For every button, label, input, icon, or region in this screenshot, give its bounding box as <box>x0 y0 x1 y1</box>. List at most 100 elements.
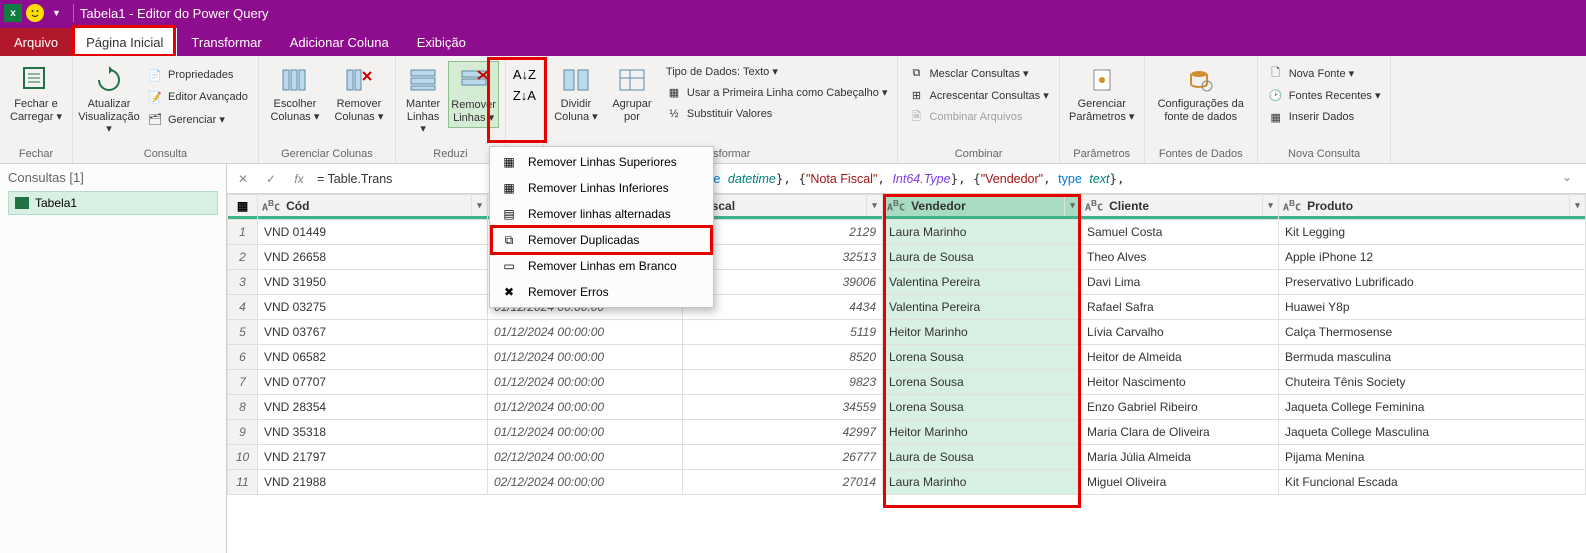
tab-transform[interactable]: Transformar <box>177 28 275 56</box>
cell-cliente[interactable]: Miguel Oliveira <box>1081 470 1279 495</box>
cell-cliente[interactable]: Maria Júlia Almeida <box>1081 445 1279 470</box>
cell-produto[interactable]: Bermuda masculina <box>1279 345 1586 370</box>
cell-fiscal[interactable]: 26777 <box>683 445 883 470</box>
cancel-formula-button[interactable]: ✕ <box>233 169 253 189</box>
cell-data[interactable]: 01/12/2024 00:00:00 <box>488 395 683 420</box>
cell-cod[interactable]: VND 28354 <box>258 395 488 420</box>
remove-alternate-rows-item[interactable]: ▤Remover linhas alternadas <box>492 201 711 227</box>
cell-cod[interactable]: VND 21988 <box>258 470 488 495</box>
query-item[interactable]: Tabela1 <box>8 191 218 215</box>
cell-data[interactable]: 01/12/2024 00:00:00 <box>488 420 683 445</box>
cell-produto[interactable]: Jaqueta College Feminina <box>1279 395 1586 420</box>
advanced-editor-button[interactable]: 📝Editor Avançado <box>143 87 252 107</box>
column-dd-icon[interactable]: ▾ <box>1064 195 1080 216</box>
remove-blank-rows-item[interactable]: ▭Remover Linhas em Branco <box>492 253 711 279</box>
manage-button[interactable]: 🗂Gerenciar ▾ <box>143 109 252 129</box>
table-row[interactable]: 4VND 0327501/12/2024 00:00:004434Valenti… <box>228 295 1586 320</box>
cell-vendedor[interactable]: Laura Marinho <box>883 470 1081 495</box>
cell-cod[interactable]: VND 01449 <box>258 220 488 245</box>
expand-formula-button[interactable]: ⌄ <box>1562 170 1580 188</box>
cell-cod[interactable]: VND 21797 <box>258 445 488 470</box>
cell-produto[interactable]: Chuteira Tênis Society <box>1279 370 1586 395</box>
cell-cliente[interactable]: Lívia Carvalho <box>1081 320 1279 345</box>
cell-cod[interactable]: VND 03275 <box>258 295 488 320</box>
table-row[interactable]: 8VND 2835401/12/2024 00:00:0034559Lorena… <box>228 395 1586 420</box>
smiley-icon[interactable] <box>26 4 44 22</box>
refresh-preview-button[interactable]: Atualizar Visualização ▾ <box>79 61 139 139</box>
column-header-vendedor[interactable]: ABCVendedor▾ <box>883 195 1081 220</box>
close-and-load-button[interactable]: Fechar e Carregar ▾ <box>6 61 66 126</box>
first-row-header-button[interactable]: ▦Usar a Primeira Linha como Cabeçalho ▾ <box>662 82 892 102</box>
qat-dropdown-icon[interactable]: ▼ <box>52 8 61 18</box>
table-row[interactable]: 10VND 2179702/12/2024 00:00:0026777Laura… <box>228 445 1586 470</box>
cell-cliente[interactable]: Theo Alves <box>1081 245 1279 270</box>
keep-rows-button[interactable]: Manter Linhas ▾ <box>402 61 444 139</box>
cell-fiscal[interactable]: 34559 <box>683 395 883 420</box>
cell-cod[interactable]: VND 26658 <box>258 245 488 270</box>
cell-cliente[interactable]: Heitor de Almeida <box>1081 345 1279 370</box>
cell-vendedor[interactable]: Heitor Marinho <box>883 320 1081 345</box>
cell-fiscal[interactable]: 42997 <box>683 420 883 445</box>
cell-cliente[interactable]: Maria Clara de Oliveira <box>1081 420 1279 445</box>
column-header-produto[interactable]: ABCProduto▾ <box>1279 195 1586 220</box>
tab-home[interactable]: Página Inicial <box>72 28 177 56</box>
replace-values-button[interactable]: ½Substituir Valores <box>662 104 892 124</box>
remove-duplicates-item[interactable]: ⧉Remover Duplicadas <box>492 227 711 253</box>
cell-vendedor[interactable]: Lorena Sousa <box>883 395 1081 420</box>
remove-errors-item[interactable]: ✖Remover Erros <box>492 279 711 305</box>
remove-columns-button[interactable]: Remover Colunas ▾ <box>329 61 389 126</box>
accept-formula-button[interactable]: ✓ <box>261 169 281 189</box>
cell-produto[interactable]: Preservativo Lubrificado <box>1279 270 1586 295</box>
cell-cod[interactable]: VND 31950 <box>258 270 488 295</box>
table-row[interactable]: 6VND 0658201/12/2024 00:00:008520Lorena … <box>228 345 1586 370</box>
cell-cod[interactable]: VND 07707 <box>258 370 488 395</box>
cell-produto[interactable]: Huawei Y8p <box>1279 295 1586 320</box>
cell-cod[interactable]: VND 35318 <box>258 420 488 445</box>
cell-data[interactable]: 01/12/2024 00:00:00 <box>488 320 683 345</box>
tab-add-column[interactable]: Adicionar Coluna <box>276 28 403 56</box>
table-row[interactable]: 2VND 2665832513Laura de SousaTheo AlvesA… <box>228 245 1586 270</box>
data-type-button[interactable]: Tipo de Dados: Texto ▾ <box>662 63 892 80</box>
cell-produto[interactable]: Pijama Menina <box>1279 445 1586 470</box>
table-row[interactable]: 1VND 014492129Laura MarinhoSamuel CostaK… <box>228 220 1586 245</box>
properties-button[interactable]: 📄Propriedades <box>143 65 252 85</box>
table-row[interactable]: 9VND 3531801/12/2024 00:00:0042997Heitor… <box>228 420 1586 445</box>
cell-fiscal[interactable]: 27014 <box>683 470 883 495</box>
insert-data-button[interactable]: ▦Inserir Dados <box>1264 107 1385 127</box>
choose-columns-button[interactable]: Escolher Colunas ▾ <box>265 61 325 126</box>
row-number-header[interactable]: ▦ <box>228 195 258 220</box>
column-header-cod[interactable]: ABCCód▾ <box>258 195 488 220</box>
cell-cliente[interactable]: Heitor Nascimento <box>1081 370 1279 395</box>
cell-data[interactable]: 01/12/2024 00:00:00 <box>488 370 683 395</box>
cell-data[interactable]: 02/12/2024 00:00:00 <box>488 445 683 470</box>
remove-top-rows-item[interactable]: ▦Remover Linhas Superiores <box>492 149 711 175</box>
cell-vendedor[interactable]: Heitor Marinho <box>883 420 1081 445</box>
cell-cliente[interactable]: Davi Lima <box>1081 270 1279 295</box>
split-column-button[interactable]: Dividir Coluna ▾ <box>550 61 602 126</box>
recent-sources-button[interactable]: 🕑Fontes Recentes ▾ <box>1264 85 1385 105</box>
cell-produto[interactable]: Apple iPhone 12 <box>1279 245 1586 270</box>
new-source-button[interactable]: 🗋Nova Fonte ▾ <box>1264 63 1385 83</box>
cell-vendedor[interactable]: Lorena Sousa <box>883 370 1081 395</box>
sort-asc-button[interactable]: A↓Z <box>513 67 536 82</box>
cell-produto[interactable]: Kit Funcional Escada <box>1279 470 1586 495</box>
column-dd-icon[interactable]: ▾ <box>1262 195 1278 216</box>
tab-file[interactable]: Arquivo <box>0 28 72 56</box>
column-header-cliente[interactable]: ABCCliente▾ <box>1081 195 1279 220</box>
sort-desc-button[interactable]: Z↓A <box>513 88 536 103</box>
table-row[interactable]: 7VND 0770701/12/2024 00:00:009823Lorena … <box>228 370 1586 395</box>
column-dd-icon[interactable]: ▾ <box>866 195 882 216</box>
merge-queries-button[interactable]: ⧉Mesclar Consultas ▾ <box>904 63 1052 83</box>
cell-fiscal[interactable]: 5119 <box>683 320 883 345</box>
cell-cod[interactable]: VND 03767 <box>258 320 488 345</box>
remove-rows-button[interactable]: Remover Linhas ▾ <box>448 61 499 128</box>
cell-fiscal[interactable]: 9823 <box>683 370 883 395</box>
cell-produto[interactable]: Jaqueta College Masculina <box>1279 420 1586 445</box>
column-dd-icon[interactable]: ▾ <box>471 195 487 216</box>
cell-produto[interactable]: Calça Thermosense <box>1279 320 1586 345</box>
cell-vendedor[interactable]: Laura de Sousa <box>883 245 1081 270</box>
cell-vendedor[interactable]: Laura de Sousa <box>883 445 1081 470</box>
cell-vendedor[interactable]: Lorena Sousa <box>883 345 1081 370</box>
group-by-button[interactable]: Agrupar por <box>606 61 658 126</box>
tab-view[interactable]: Exibição <box>403 28 480 56</box>
